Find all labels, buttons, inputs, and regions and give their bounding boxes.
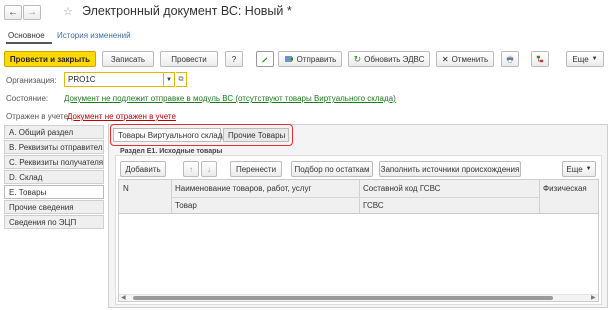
forward-button[interactable]: →: [23, 5, 41, 20]
move-down-button[interactable]: ↓: [201, 161, 217, 177]
print-button[interactable]: [501, 51, 519, 67]
scrollbar-thumb[interactable]: [133, 296, 553, 300]
tabs-highlight-frame: [110, 124, 293, 146]
arrow-right-icon: →: [27, 7, 37, 18]
add-button[interactable]: Добавить: [120, 161, 166, 177]
section-more-label: Еще: [566, 164, 583, 174]
send-button[interactable]: Отправить: [278, 51, 342, 67]
chevron-down-icon: ▼: [166, 76, 172, 83]
col-subheader-gsvs[interactable]: ГСВС: [363, 201, 384, 210]
org-open-button[interactable]: ⧉: [176, 72, 187, 87]
scroll-right-icon[interactable]: ▶: [591, 294, 596, 301]
save-button[interactable]: Записать: [102, 51, 154, 67]
pick-by-stock-button[interactable]: Подбор по остаткам: [291, 161, 373, 177]
send-icon: [284, 56, 293, 62]
help-button[interactable]: ?: [225, 51, 243, 67]
org-dropdown-button[interactable]: ▼: [164, 72, 175, 87]
fill-origin-sources-button[interactable]: Заполнить источники происхождения: [379, 161, 521, 177]
edit-button[interactable]: [256, 51, 274, 67]
back-button[interactable]: ←: [4, 5, 22, 20]
col-divider: [539, 180, 540, 214]
more-button[interactable]: Еще ▼: [566, 51, 604, 67]
arrow-left-icon: ←: [8, 7, 18, 18]
col-subheader-item[interactable]: Товар: [175, 201, 197, 210]
cancel-button[interactable]: ✕ Отменить: [436, 51, 494, 67]
refresh-edvs-button[interactable]: ↻ Обновить ЭДВС: [348, 51, 430, 67]
post-button[interactable]: Провести: [160, 51, 218, 67]
org-field[interactable]: PRO1C: [64, 72, 164, 87]
transfer-button[interactable]: Перенести: [230, 161, 282, 177]
send-label: Отправить: [296, 54, 337, 64]
structure-icon: [536, 55, 544, 63]
col-header-name[interactable]: Наименование товаров, работ, услуг: [175, 184, 311, 193]
accounting-label: Отражен в учете:: [6, 112, 71, 121]
print-icon: [506, 55, 514, 63]
pencil-icon: [261, 57, 268, 63]
scroll-left-icon[interactable]: ◀: [121, 294, 126, 301]
org-value: PRO1C: [68, 75, 96, 84]
col-header-n[interactable]: N: [123, 184, 129, 193]
tab-history[interactable]: История изменений: [57, 31, 131, 40]
arrow-down-icon: ↓: [207, 164, 211, 174]
chevron-down-icon: ▼: [585, 166, 592, 172]
sidebar-item-general[interactable]: А. Общий раздел: [4, 125, 104, 139]
sidebar-item-recipient[interactable]: С. Реквизиты получателя: [4, 155, 104, 169]
refresh-label: Обновить ЭДВС: [364, 54, 425, 64]
col-header-phys[interactable]: Физическая: [543, 184, 587, 193]
header-row-divider: [171, 197, 539, 198]
tab-main-underline: [6, 42, 52, 44]
section-title: Раздел Е1. Исходные товары: [120, 148, 223, 155]
cancel-label: Отменить: [451, 54, 489, 64]
move-up-button[interactable]: ↑: [183, 161, 199, 177]
sidebar-item-goods[interactable]: Е. Товары: [4, 185, 104, 199]
goods-grid[interactable]: N Наименование товаров, работ, услуг Сос…: [118, 179, 599, 302]
chevron-down-icon: ▼: [591, 56, 598, 62]
state-value[interactable]: Документ не подлежит отправке в модуль В…: [64, 94, 396, 103]
col-header-code[interactable]: Составной код ГСВС: [363, 184, 440, 193]
state-label: Состояние:: [6, 94, 49, 103]
more-label: Еще: [572, 54, 589, 64]
refresh-icon: ↻: [353, 53, 362, 64]
accounting-value[interactable]: Документ не отражен в учете: [67, 112, 176, 121]
post-and-close-button[interactable]: Провести и закрыть: [4, 51, 96, 67]
sidebar-item-other-info[interactable]: Прочие сведения: [4, 200, 104, 214]
section-more-button[interactable]: Еще ▼: [562, 161, 596, 177]
sidebar-item-warehouse[interactable]: D. Склад: [4, 170, 104, 184]
page-title: Электронный документ ВС: Новый *: [82, 4, 292, 18]
tab-main[interactable]: Основное: [8, 31, 45, 40]
structure-button[interactable]: [531, 51, 549, 67]
sidebar-item-signature[interactable]: Сведения по ЭЦП: [4, 215, 104, 229]
close-icon: ✕: [441, 54, 449, 64]
link-icon: ⧉: [178, 75, 184, 83]
org-label: Организация:: [6, 76, 57, 85]
favorite-star-icon[interactable]: ☆: [63, 5, 73, 18]
arrow-up-icon: ↑: [189, 164, 193, 174]
sidebar-item-sender[interactable]: В. Реквизиты отправителя: [4, 140, 104, 154]
